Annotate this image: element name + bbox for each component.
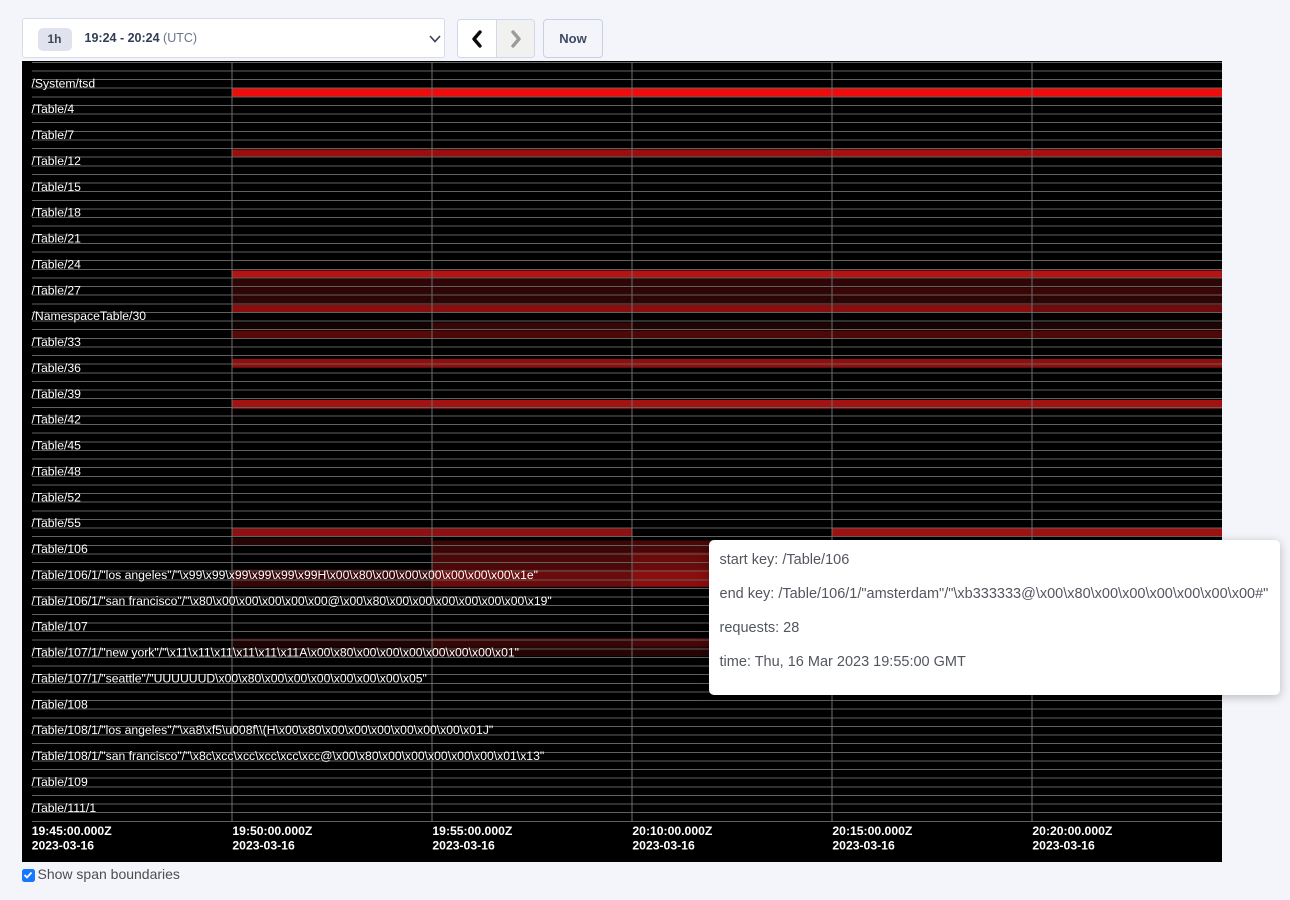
svg-text:20:10:00.000Z: 20:10:00.000Z [632,824,713,838]
svg-text:/NamespaceTable/30: /NamespaceTable/30 [31,309,146,323]
svg-text:/Table/33: /Table/33 [31,335,81,349]
svg-text:2023-03-16: 2023-03-16 [1032,838,1095,852]
svg-text:/System/tsd: /System/tsd [31,76,95,90]
svg-text:/Table/108/1/"san francisco"/": /Table/108/1/"san francisco"/"\x8c\xcc\x… [31,749,544,763]
svg-text:/Table/108/1/"los angeles"/"\x: /Table/108/1/"los angeles"/"\xa8\xf5\u00… [31,723,493,737]
svg-text:2023-03-16: 2023-03-16 [31,838,94,852]
svg-text:/Table/109: /Table/109 [31,774,87,788]
svg-text:/Table/4: /Table/4 [31,102,74,116]
svg-text:19:45:00.000Z: 19:45:00.000Z [31,824,112,838]
svg-text:19:50:00.000Z: 19:50:00.000Z [232,824,313,838]
svg-text:/Table/107/1/"seattle"/"UUUUUU: /Table/107/1/"seattle"/"UUUUUUD\x00\x80\… [31,671,426,685]
svg-text:/Table/24: /Table/24 [31,257,81,271]
svg-text:/Table/21: /Table/21 [31,231,81,245]
svg-text:/Table/106/1/"san francisco"/": /Table/106/1/"san francisco"/"\x80\x00\x… [31,593,551,607]
svg-text:2023-03-16: 2023-03-16 [432,838,495,852]
svg-text:/Table/107/1/"new york"/"\x11\: /Table/107/1/"new york"/"\x11\x11\x11\x1… [31,645,519,659]
svg-text:2023-03-16: 2023-03-16 [232,838,295,852]
svg-text:20:15:00.000Z: 20:15:00.000Z [832,824,913,838]
svg-text:/Table/106/1/"los angeles"/"\x: /Table/106/1/"los angeles"/"\x99\x99\x99… [31,567,537,581]
svg-text:/Table/108: /Table/108 [31,697,87,711]
svg-text:/Table/7: /Table/7 [31,128,74,142]
svg-text:2023-03-16: 2023-03-16 [632,838,695,852]
svg-text:/Table/111/1: /Table/111/1 [31,800,96,814]
svg-text:/Table/12: /Table/12 [31,153,81,167]
svg-text:/Table/18: /Table/18 [31,205,81,219]
svg-text:/Table/106: /Table/106 [31,542,87,556]
svg-text:/Table/27: /Table/27 [31,283,81,297]
svg-text:/Table/45: /Table/45 [31,438,81,452]
svg-text:20:20:00.000Z: 20:20:00.000Z [1032,824,1113,838]
svg-text:/Table/15: /Table/15 [31,179,81,193]
svg-text:19:55:00.000Z: 19:55:00.000Z [432,824,513,838]
svg-text:/Table/48: /Table/48 [31,464,81,478]
svg-text:/Table/55: /Table/55 [31,516,81,530]
svg-text:2023-03-16: 2023-03-16 [832,838,895,852]
svg-text:/Table/107: /Table/107 [31,619,87,633]
svg-text:/Table/39: /Table/39 [31,386,81,400]
svg-text:/Table/42: /Table/42 [31,412,81,426]
svg-text:/Table/52: /Table/52 [31,490,81,504]
svg-text:/Table/36: /Table/36 [31,360,81,374]
